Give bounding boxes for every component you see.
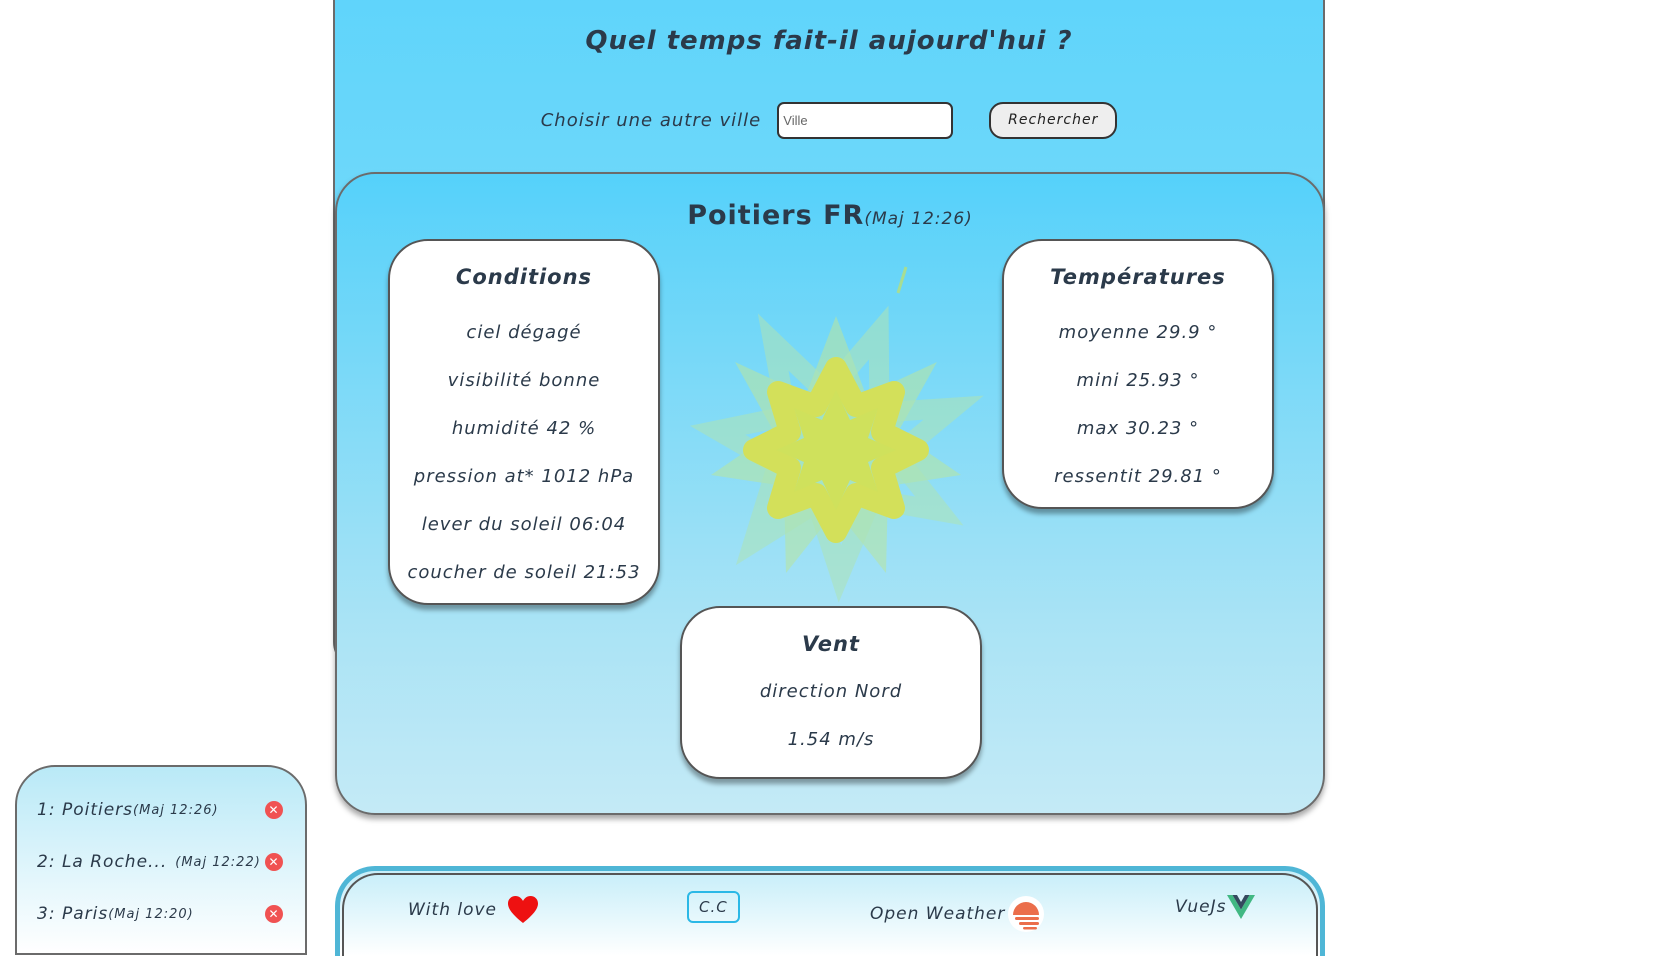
temperature-line: mini 25.93 ° [1076, 370, 1200, 391]
history-panel: 1: Poitiers (Maj 12:26) ✕ 2: La Roche... (… [15, 765, 307, 955]
search-row: Choisir une autre ville Rechercher [333, 100, 1325, 140]
footer-vuejs[interactable]: VueJs [1175, 895, 1256, 919]
history-item-label: 3: Paris [37, 904, 109, 924]
temperature-line: ressentit 29.81 ° [1054, 466, 1222, 487]
wind-line: direction Nord [759, 681, 903, 702]
conditions-line: visibilité bonne [447, 370, 601, 391]
history-item-update: (Maj 12:20) [108, 906, 194, 922]
history-item-label: 1: Poitiers [37, 800, 134, 820]
remove-icon[interactable]: ✕ [265, 801, 283, 819]
conditions-line: humidité 42 % [451, 418, 597, 439]
conditions-line: ciel dégagé [466, 322, 582, 343]
wind-box: Vent direction Nord 1.54 m/s [680, 606, 982, 779]
temperature-line: max 30.23 ° [1076, 418, 1200, 439]
conditions-title: Conditions [455, 265, 593, 289]
sun-icon [690, 266, 984, 603]
history-item-update: (Maj 12:26) [133, 802, 219, 818]
remove-icon[interactable]: ✕ [265, 853, 283, 871]
search-label: Choisir une autre ville [540, 109, 762, 131]
footer-open-weather[interactable]: Open Weather [870, 895, 1045, 933]
city-search-input[interactable] [777, 101, 954, 139]
history-item[interactable]: 2: La Roche... (Maj 12:22) ✕ [37, 849, 287, 875]
open-weather-logo-icon[interactable] [1007, 895, 1045, 933]
temperatures-title: Températures [1050, 265, 1226, 289]
vuejs-text[interactable]: VueJs [1175, 897, 1226, 917]
wind-title: Vent [802, 632, 860, 656]
conditions-line: pression at* 1012 hPa [413, 466, 635, 487]
city-name: Poitiers FR [687, 200, 865, 231]
history-item-label: 2: La Roche... [37, 852, 168, 872]
conditions-box: Conditions ciel dégagé visibilité bonne … [388, 239, 660, 605]
page-title: Quel temps fait-il aujourd'hui ? [585, 26, 1073, 56]
heart-icon [508, 896, 539, 923]
cc-badge[interactable]: C.C [687, 891, 740, 923]
search-button[interactable]: Rechercher [989, 101, 1118, 139]
city-title: Poitiers FR(Maj 12:26) [335, 200, 1325, 231]
footer-cc[interactable]: C.C [687, 891, 740, 923]
history-item[interactable]: 3: Paris (Maj 12:20) ✕ [37, 901, 287, 927]
with-love-text: With love [408, 900, 498, 920]
city-update-time: (Maj 12:26) [864, 209, 973, 229]
wind-line: 1.54 m/s [787, 729, 875, 750]
history-item[interactable]: 1: Poitiers (Maj 12:26) ✕ [37, 797, 287, 823]
footer: With love C.C Open Weather VueJs [335, 866, 1325, 956]
open-weather-text[interactable]: Open Weather [870, 904, 1005, 924]
footer-with-love: With love [408, 895, 539, 925]
conditions-line: coucher de soleil 21:53 [407, 562, 641, 583]
conditions-line: lever du soleil 06:04 [421, 514, 627, 535]
temperature-line: moyenne 29.9 ° [1058, 322, 1218, 343]
history-item-update: (Maj 12:22) [175, 854, 261, 870]
vue-logo-icon[interactable] [1227, 895, 1256, 919]
remove-icon[interactable]: ✕ [265, 905, 283, 923]
temperatures-box: Températures moyenne 29.9 ° mini 25.93 °… [1002, 239, 1274, 509]
